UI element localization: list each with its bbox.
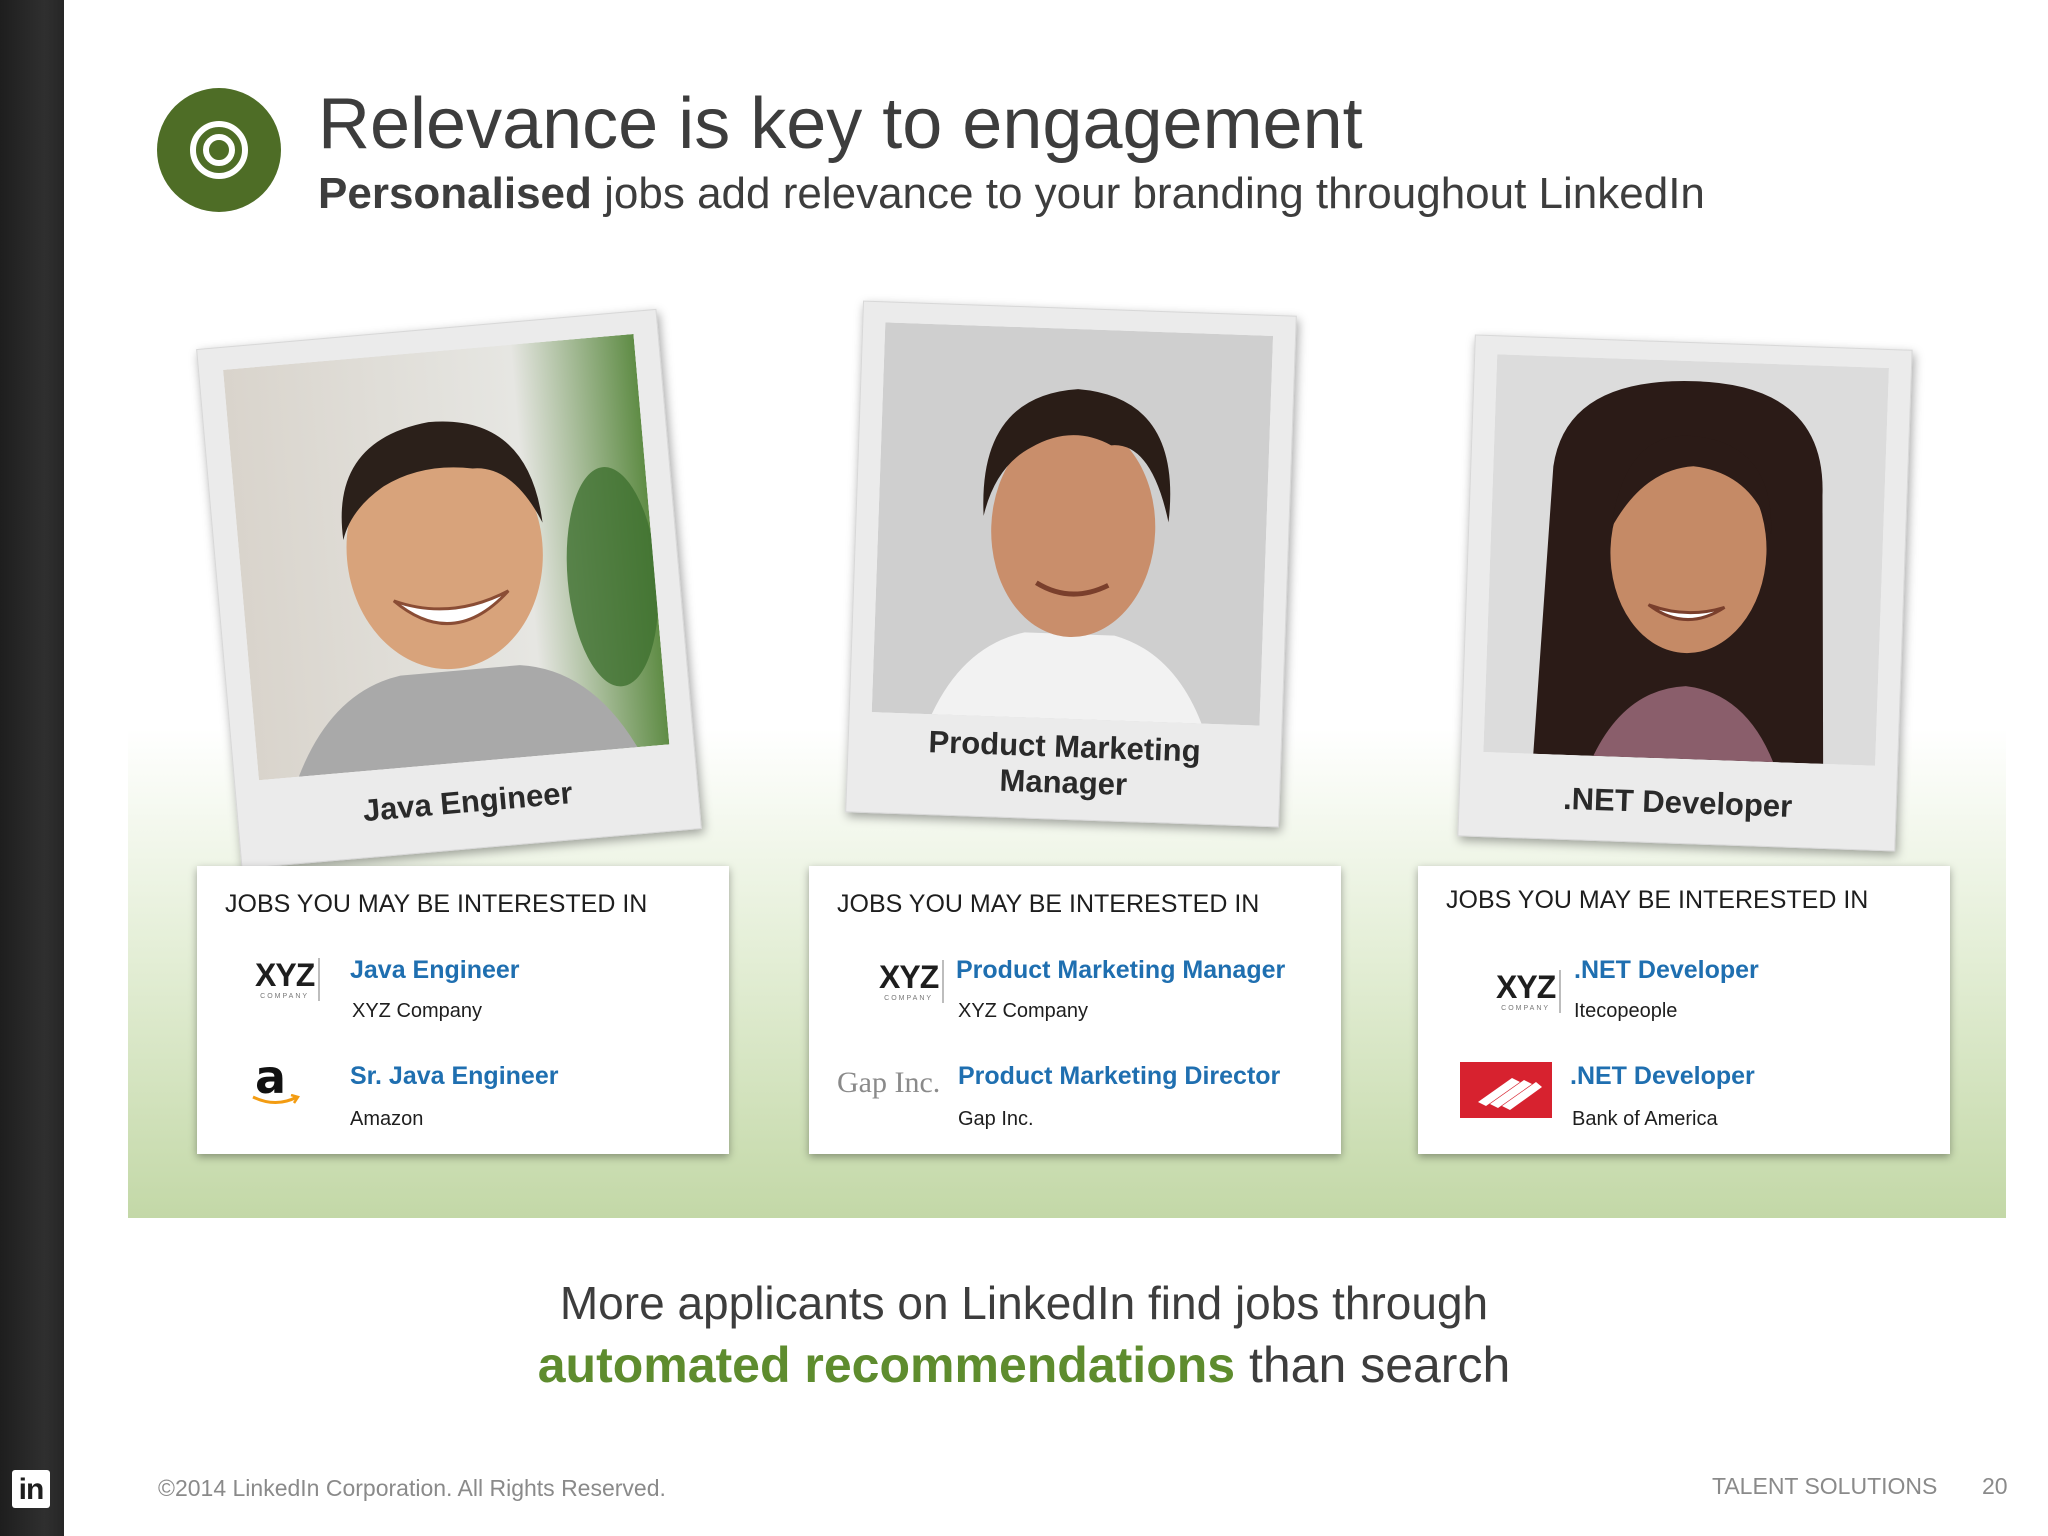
footer-copyright: ©2014 LinkedIn Corporation. All Rights R… [158, 1475, 666, 1501]
profile-photo-product-marketing-manager: Product Marketing Manager [845, 300, 1297, 828]
job-title-link[interactable]: Java Engineer [350, 956, 520, 985]
job-company: Amazon [350, 1108, 424, 1130]
tagline-highlight: automated recommendations [537, 1337, 1236, 1393]
tagline-rest: than search [1235, 1337, 1511, 1393]
logo-subtext: COMPANY [884, 995, 934, 1002]
job-title-link[interactable]: Sr. Java Engineer [350, 1062, 558, 1091]
xyz-company-logo: XYZ COMPANY [879, 959, 945, 1003]
role-label: .NET Developer [1562, 780, 1793, 824]
logo-text: XYZ [1496, 969, 1556, 1005]
card-heading: JOBS YOU MAY BE INTERESTED IN [837, 890, 1260, 918]
xyz-company-logo: XYZ COMPANY [255, 957, 321, 1001]
xyz-company-logo: XYZ COMPANY [1496, 969, 1562, 1013]
tagline-line2: automated recommendations than search [0, 1336, 2048, 1394]
slide-subtitle: Personalised jobs add relevance to your … [318, 168, 1705, 220]
portrait-photo [871, 322, 1274, 726]
amazon-logo: a [252, 1054, 300, 1104]
job-company: Gap Inc. [958, 1108, 1034, 1130]
logo-text: XYZ [879, 959, 939, 995]
jobs-card: JOBS YOU MAY BE INTERESTED IN XYZ COMPAN… [197, 866, 729, 1154]
gap-inc-logo: Gap Inc. [837, 1066, 941, 1099]
job-company: Bank of America [1572, 1108, 1718, 1130]
slide-title: Relevance is key to engagement [318, 84, 1363, 164]
tagline-line1: More applicants on LinkedIn find jobs th… [559, 1277, 1489, 1329]
job-title-link[interactable]: Product Marketing Director [958, 1062, 1280, 1091]
subtitle-rest: jobs add relevance to your branding thro… [591, 169, 1705, 218]
bank-of-america-logo [1460, 1062, 1552, 1118]
target-icon [157, 88, 281, 212]
page-number: 20 [1982, 1473, 2008, 1499]
jobs-card: JOBS YOU MAY BE INTERESTED IN XYZ COMPAN… [1418, 866, 1950, 1154]
portrait-photo [1483, 354, 1889, 766]
subtitle-bold: Personalised [318, 169, 592, 218]
card-heading: JOBS YOU MAY BE INTERESTED IN [1446, 886, 1869, 914]
portrait-photo [223, 333, 670, 781]
footer-brand: TALENT SOLUTIONS [1712, 1473, 1938, 1499]
job-company: Itecopeople [1574, 1000, 1678, 1022]
job-title-link[interactable]: .NET Developer [1570, 1062, 1755, 1091]
job-title-link[interactable]: Product Marketing Manager [956, 956, 1285, 985]
logo-text: XYZ [255, 957, 315, 993]
card-heading: JOBS YOU MAY BE INTERESTED IN [225, 890, 648, 918]
logo-subtext: COMPANY [260, 993, 310, 1000]
job-title-link[interactable]: .NET Developer [1574, 956, 1759, 985]
logo-subtext: COMPANY [1501, 1005, 1551, 1012]
linkedin-logo: in [12, 1470, 50, 1508]
jobs-card: JOBS YOU MAY BE INTERESTED IN XYZ COMPAN… [809, 866, 1341, 1154]
profile-photo-java-engineer: Java Engineer [196, 308, 702, 870]
job-company: XYZ Company [352, 1000, 483, 1022]
profile-photo-net-developer: .NET Developer [1457, 334, 1913, 852]
job-company: XYZ Company [958, 1000, 1089, 1022]
